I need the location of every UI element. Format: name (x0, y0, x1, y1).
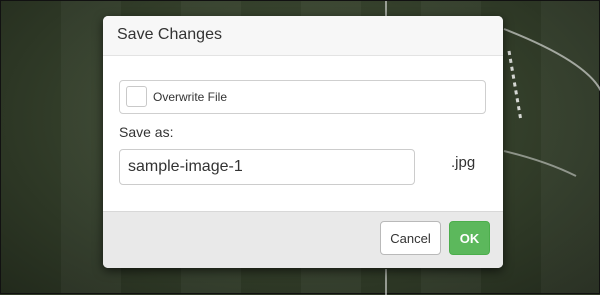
file-extension-label: .jpg (451, 154, 476, 171)
cancel-button[interactable]: Cancel (380, 221, 441, 255)
save-changes-dialog: Save Changes Overwrite File Save as: .jp… (103, 16, 503, 268)
dialog-footer: Cancel OK (103, 211, 503, 268)
filename-input[interactable] (119, 149, 415, 185)
dialog-header: Save Changes (103, 16, 503, 56)
overwrite-checkbox[interactable] (126, 86, 147, 107)
dialog-body: Overwrite File Save as: .jpg (103, 56, 503, 211)
ok-button[interactable]: OK (449, 221, 490, 255)
overwrite-file-option[interactable]: Overwrite File (119, 80, 486, 114)
dialog-title: Save Changes (117, 26, 222, 43)
overwrite-label: Overwrite File (153, 90, 228, 104)
save-as-label: Save as: (119, 124, 174, 140)
